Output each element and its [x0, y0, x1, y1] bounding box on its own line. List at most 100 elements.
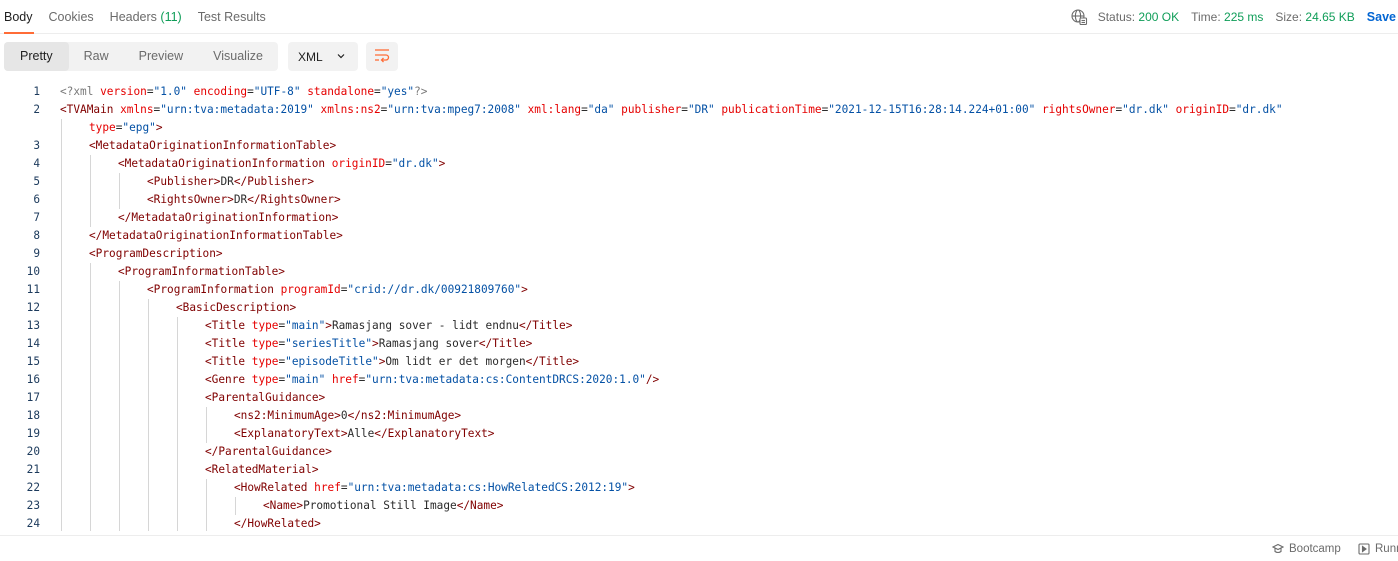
line-number: 13 — [26, 319, 40, 332]
tab-test-results-label: Test Results — [197, 10, 266, 24]
indent-guide — [206, 479, 207, 531]
code-text: <RightsOwner>DR</RightsOwner> — [147, 193, 341, 206]
line-number: 14 — [26, 337, 40, 350]
line-number: 7 — [33, 211, 40, 224]
chevron-down-icon — [336, 50, 346, 64]
indent-guide — [61, 119, 62, 531]
code-line: 21 <RelatedMaterial> — [0, 461, 1398, 479]
line-number: 23 — [26, 499, 40, 512]
code-line: 16 <Genre type="main" href="urn:tva:metad… — [0, 371, 1398, 389]
code-line: 7 </MetadataOriginationInformation> — [0, 209, 1398, 227]
save-response-button[interactable]: Save — [1367, 10, 1396, 24]
view-raw-button[interactable]: Raw — [69, 42, 124, 71]
tab-cookies[interactable]: Cookies — [41, 0, 102, 34]
tab-headers-label: Headers — [109, 10, 157, 24]
line-number: 3 — [33, 139, 40, 152]
runner-label: Runn — [1375, 543, 1398, 555]
code-text: <Name>Promotional Still Image</Name> — [263, 499, 504, 512]
line-number: 6 — [33, 193, 40, 206]
code-line: 6 <RightsOwner>DR</RightsOwner> — [0, 191, 1398, 209]
code-text: <MetadataOriginationInformation originID… — [118, 157, 446, 170]
code-text: <ExplanatoryText>Alle</ExplanatoryText> — [234, 427, 495, 440]
code-line: 11 <ProgramInformation programId="crid://… — [0, 281, 1398, 299]
code-line: 12 <BasicDescription> — [0, 299, 1398, 317]
bootcamp-icon — [1272, 543, 1284, 554]
line-number: 4 — [33, 157, 40, 170]
indent-guide — [119, 281, 120, 531]
bootcamp-label: Bootcamp — [1289, 543, 1341, 555]
code-text: <ProgramDescription> — [89, 247, 223, 260]
headers-count: (11) — [160, 10, 182, 24]
view-preview-button[interactable]: Preview — [124, 42, 198, 71]
status-bar: Bootcamp Runn — [0, 535, 1398, 561]
line-number: 10 — [26, 265, 40, 278]
indent-guide — [206, 407, 207, 443]
line-number: 19 — [26, 427, 40, 440]
indent-guide — [90, 155, 91, 227]
tab-body[interactable]: Body — [0, 0, 41, 34]
code-line: 15 <Title type="episodeTitle">Om lidt er … — [0, 353, 1398, 371]
code-line: 18 <ns2:MinimumAge>0</ns2:MinimumAge> — [0, 407, 1398, 425]
format-select[interactable]: XML — [287, 42, 358, 71]
code-line: type="epg"> — [0, 119, 1398, 137]
indent-guide — [148, 299, 149, 531]
tab-cookies-label: Cookies — [48, 10, 94, 24]
wrap-lines-icon — [373, 47, 391, 66]
response-meta: Status: 200 OK Time: 225 ms Size: 24.65 … — [1070, 0, 1398, 34]
line-number: 17 — [26, 391, 40, 404]
code-text: </MetadataOriginationInformationTable> — [89, 229, 343, 242]
line-number: 2 — [33, 103, 40, 116]
code-line: 1 <?xml version="1.0" encoding="UTF-8" st… — [0, 83, 1398, 101]
status-value: 200 OK — [1138, 10, 1180, 24]
code-text: <HowRelated href="urn:tva:metadata:cs:Ho… — [234, 481, 635, 494]
indent-guide — [235, 497, 236, 515]
line-number: 8 — [33, 229, 40, 242]
line-number: 16 — [26, 373, 40, 386]
code-text: <Title type="seriesTitle">Ramasjang sove… — [205, 337, 533, 350]
code-text: </ParentalGuidance> — [205, 445, 332, 458]
code-line: 4 <MetadataOriginationInformation originI… — [0, 155, 1398, 173]
time-label: Time: — [1191, 10, 1221, 24]
runner-icon — [1358, 543, 1370, 555]
bootcamp-button[interactable]: Bootcamp — [1272, 536, 1341, 561]
line-number: 22 — [26, 481, 40, 494]
runner-button[interactable]: Runn — [1358, 536, 1398, 561]
status-stat[interactable]: Status: 200 OK — [1098, 10, 1179, 24]
indent-guide — [90, 263, 91, 531]
view-visualize-button[interactable]: Visualize — [198, 42, 278, 71]
tab-headers[interactable]: Headers (11) — [102, 0, 190, 34]
view-mode-selector: Pretty Raw Preview Visualize — [4, 42, 278, 71]
code-text: <TVAMain xmlns="urn:tva:metadata:2019" x… — [60, 103, 1283, 116]
code-text: <Genre type="main" href="urn:tva:metadat… — [205, 373, 660, 386]
size-stat[interactable]: Size: 24.65 KB — [1275, 10, 1354, 24]
code-text: <?xml version="1.0" encoding="UTF-8" sta… — [60, 85, 428, 98]
tab-test-results[interactable]: Test Results — [190, 0, 274, 34]
code-text: <Publisher>DR</Publisher> — [147, 175, 314, 188]
code-text: <Title type="episodeTitle">Om lidt er de… — [205, 355, 580, 368]
status-label: Status: — [1097, 10, 1136, 24]
code-line: 24 </HowRelated> — [0, 515, 1398, 531]
code-line: 5 <Publisher>DR</Publisher> — [0, 173, 1398, 191]
code-line: 22 <HowRelated href="urn:tva:metadata:cs:… — [0, 479, 1398, 497]
response-tabs: Body Cookies Headers (11) Test Results — [0, 0, 274, 34]
code-text: </HowRelated> — [234, 517, 321, 530]
line-number: 5 — [33, 175, 40, 188]
code-text: <MetadataOriginationInformationTable> — [89, 139, 337, 152]
xml-body-viewer[interactable]: 1 <?xml version="1.0" encoding="UTF-8" st… — [0, 83, 1398, 531]
code-line: 2 <TVAMain xmlns="urn:tva:metadata:2019" … — [0, 101, 1398, 119]
code-line: 3 <MetadataOriginationInformationTable> — [0, 137, 1398, 155]
code-line: 9 <ProgramDescription> — [0, 245, 1398, 263]
indent-guide — [177, 317, 178, 531]
time-value: 225 ms — [1224, 10, 1264, 24]
time-stat[interactable]: Time: 225 ms — [1191, 10, 1263, 24]
view-pretty-button[interactable]: Pretty — [4, 42, 69, 71]
code-line: 23 <Name>Promotional Still Image</Name> — [0, 497, 1398, 515]
wrap-lines-button[interactable] — [365, 42, 398, 71]
globe-icon[interactable] — [1070, 8, 1088, 26]
code-text: <RelatedMaterial> — [205, 463, 319, 476]
code-line: 10 <ProgramInformationTable> — [0, 263, 1398, 281]
line-number: 9 — [33, 247, 40, 260]
code-line: 17 <ParentalGuidance> — [0, 389, 1398, 407]
response-tabs-bar: Body Cookies Headers (11) Test Results S… — [0, 0, 1398, 34]
tab-body-label: Body — [4, 10, 33, 24]
